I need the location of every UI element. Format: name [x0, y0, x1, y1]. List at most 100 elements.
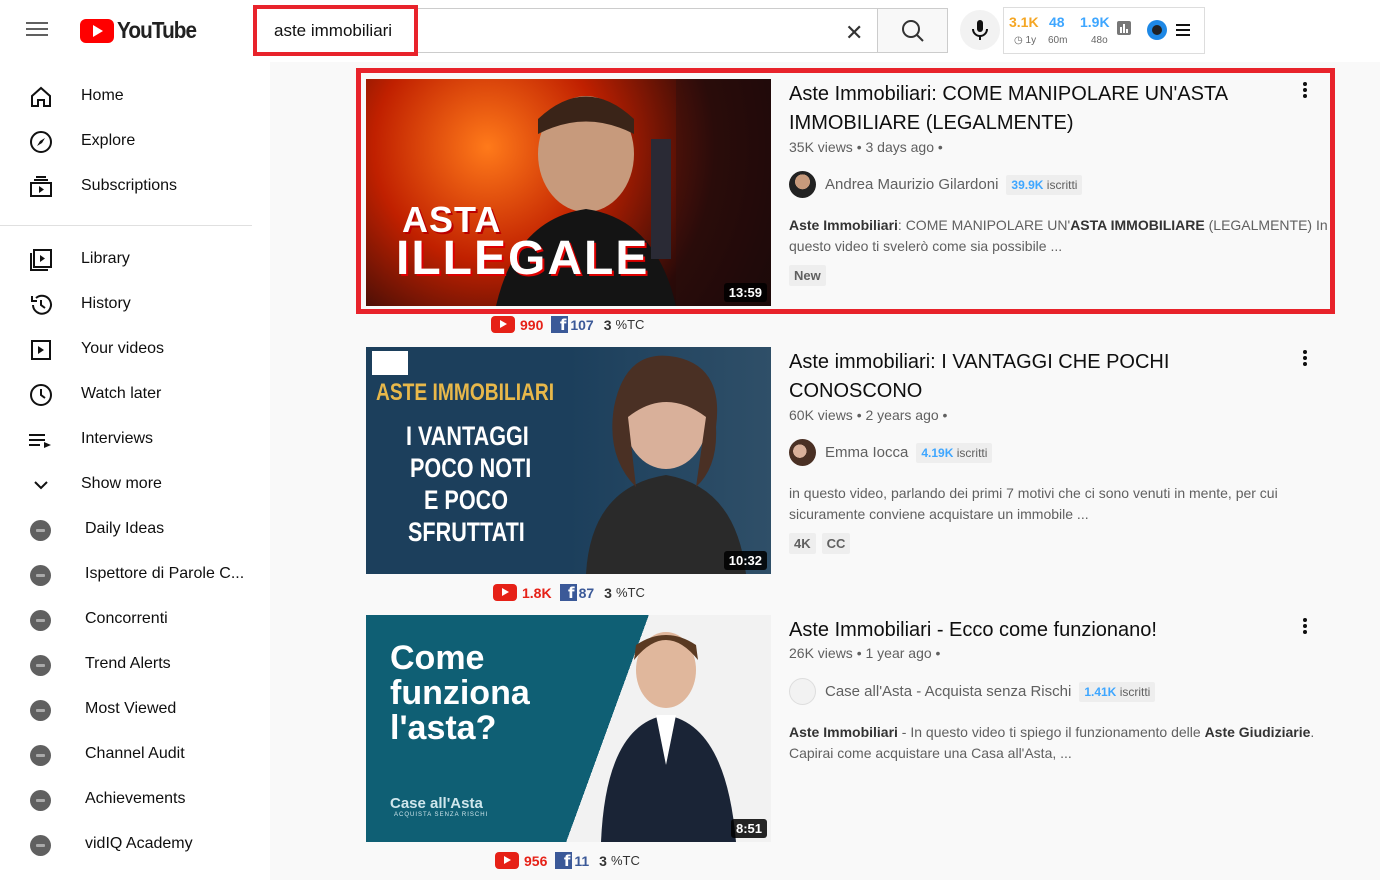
sidebar-item-trend-alerts[interactable]: Trend Alerts [0, 642, 260, 687]
more-options-icon[interactable] [1298, 616, 1312, 638]
desc-bold: ASTA IMMOBILIARE [1070, 217, 1205, 233]
sidebar-item-ispettore[interactable]: Ispettore di Parole C... [0, 552, 260, 597]
video-description: in questo video, parlando dei primi 7 mo… [789, 485, 1278, 522]
video-title[interactable]: Aste Immobiliari: COME MANIPOLARE UN'AST… [789, 80, 1249, 138]
video-meta: 26K views • 1 year ago • [789, 645, 941, 661]
more-options-icon[interactable] [1298, 80, 1312, 102]
top-bar: YouTube aste immobiliari ✕ 3.1K ◷ 1y 48 … [0, 0, 1380, 62]
vidiq-stats-widget[interactable]: 3.1K ◷ 1y 48 60m 1.9K 48o [1003, 7, 1205, 54]
youtube-logo[interactable]: YouTube [80, 17, 205, 44]
vidiq-channel-icon [30, 700, 51, 721]
vidiq-video-stats: 956 f 11 3 %TC [495, 852, 640, 869]
subscriber-count: 1.41K [1084, 684, 1117, 699]
badge-new: New [789, 265, 826, 286]
channel-name[interactable]: Emma Iocca [825, 444, 908, 461]
menu-icon[interactable] [26, 18, 54, 42]
channel-row: Case all'Asta - Acquista senza Rischi 1.… [789, 678, 1156, 705]
upload-age: 2 years ago [865, 407, 939, 423]
sidebar-item-label: Trend Alerts [85, 655, 171, 672]
vidiq-channel-icon [30, 790, 51, 811]
fb-stat: 107 [570, 316, 594, 333]
video-title[interactable]: Aste Immobiliari - Ecco come funzionano! [789, 616, 1249, 645]
sidebar: Home Explore Subscriptions Library Histo… [0, 62, 270, 880]
desc-bold: Aste Immobiliari [789, 724, 898, 740]
tc-label: %TC [615, 317, 645, 332]
video-meta: 35K views • 3 days ago • [789, 139, 943, 155]
history-icon [31, 294, 52, 315]
sidebar-item-explore[interactable]: Explore [0, 119, 260, 164]
more-options-icon[interactable] [1298, 348, 1312, 370]
video-thumbnail[interactable]: Come funziona l'asta? Case all'Asta ACQU… [366, 615, 771, 842]
video-thumbnail[interactable]: ASTA ILLEGALE 13:59 [366, 79, 771, 306]
sidebar-item-vidiq-academy[interactable]: vidIQ Academy [0, 822, 260, 867]
sidebar-item-your-videos[interactable]: Your videos [0, 327, 260, 372]
badges: 4K CC [789, 533, 851, 554]
vidiq-video-stats: 990 f 107 3 %TC [491, 316, 644, 333]
sidebar-item-show-more[interactable]: Show more [0, 462, 260, 507]
badge-4k: 4K [789, 533, 816, 554]
vidiq-channel-icon [30, 745, 51, 766]
video-title[interactable]: Aste immobiliari: I VANTAGGI CHE POCHI C… [789, 348, 1249, 406]
video-result: ASTE IMMOBILIARI I VANTAGGI POCO NOTI E … [366, 347, 1346, 574]
sidebar-item-channel-audit[interactable]: Channel Audit [0, 732, 260, 777]
video-thumbnail[interactable]: ASTE IMMOBILIARI I VANTAGGI POCO NOTI E … [366, 347, 771, 574]
sidebar-item-label: Achievements [85, 790, 186, 807]
channel-row: Andrea Maurizio Gilardoni 39.9K iscritti [789, 171, 1083, 198]
tc-stat: 3 [604, 584, 612, 601]
sidebar-item-label: Channel Audit [85, 745, 185, 762]
vidiq-stat-value: 3.1K [1009, 14, 1039, 30]
desc-text: : COME MANIPOLARE UN' [897, 217, 1071, 233]
thumbnail-logo-subtext: ACQUISTA SENZA RISCHI [394, 812, 489, 818]
youtube-icon [493, 584, 517, 601]
avatar[interactable] [789, 439, 816, 466]
view-count: 60K views [789, 407, 853, 423]
sidebar-item-history[interactable]: History [0, 282, 260, 327]
channel-name[interactable]: Andrea Maurizio Gilardoni [825, 176, 998, 193]
vidiq-menu-icon[interactable] [1176, 23, 1192, 37]
sidebar-item-achievements[interactable]: Achievements [0, 777, 260, 822]
sidebar-item-subscriptions[interactable]: Subscriptions [0, 164, 260, 209]
video-duration: 8:51 [730, 819, 767, 838]
desc-text: - In questo video ti spiego il funzionam… [897, 724, 1205, 740]
sidebar-item-interviews[interactable]: Interviews [0, 417, 260, 462]
search-button[interactable] [878, 8, 948, 53]
sidebar-item-library[interactable]: Library [0, 237, 260, 282]
video-result: Come funziona l'asta? Case all'Asta ACQU… [366, 615, 1346, 842]
vidiq-channel-icon [30, 655, 51, 676]
video-duration: 10:32 [723, 551, 767, 570]
thumbnail-text: SFRUTTATI [408, 517, 525, 547]
voice-search-button[interactable] [960, 10, 1000, 50]
search-bar: aste immobiliari ✕ [253, 5, 948, 56]
badges: New [789, 265, 826, 286]
vidiq-stat-value: 48 [1049, 14, 1065, 30]
sidebar-item-label: Watch later [81, 385, 162, 402]
search-icon [902, 20, 924, 42]
sidebar-item-most-viewed[interactable]: Most Viewed [0, 687, 260, 732]
sidebar-item-label: Interviews [81, 430, 154, 447]
chevron-down-icon [34, 481, 48, 490]
channel-name[interactable]: Case all'Asta - Acquista senza Rischi [825, 683, 1071, 700]
vidiq-channel-icon [30, 520, 51, 541]
vidiq-logo-icon[interactable] [1147, 20, 1167, 40]
sidebar-item-home[interactable]: Home [0, 74, 260, 119]
sidebar-item-watch-later[interactable]: Watch later [0, 372, 260, 417]
yt-stat: 990 [520, 316, 544, 333]
subscriber-count: 39.9K [1011, 177, 1044, 192]
video-duration: 13:59 [723, 283, 767, 302]
thumbnail-logo-text: Case all'Asta [390, 795, 483, 812]
sidebar-item-concorrenti[interactable]: Concorrenti [0, 597, 260, 642]
sidebar-item-daily-ideas[interactable]: Daily Ideas [0, 507, 260, 552]
subscriptions-icon [30, 176, 52, 197]
desc-bold: Aste Giudiziarie [1204, 724, 1311, 740]
clear-search-icon[interactable]: ✕ [845, 20, 863, 46]
bar-chart-icon[interactable] [1117, 21, 1131, 35]
avatar[interactable] [789, 678, 816, 705]
avatar[interactable] [789, 171, 816, 198]
vidiq-stat-value: 1.9K [1080, 14, 1110, 30]
logo-wordmark: YouTube [117, 17, 197, 43]
sidebar-item-label: Subscriptions [81, 177, 178, 194]
search-input[interactable]: aste immobiliari [256, 8, 878, 53]
sidebar-item-label: Library [81, 250, 130, 267]
yt-stat: 1.8K [522, 584, 552, 601]
sidebar-divider [0, 225, 252, 226]
